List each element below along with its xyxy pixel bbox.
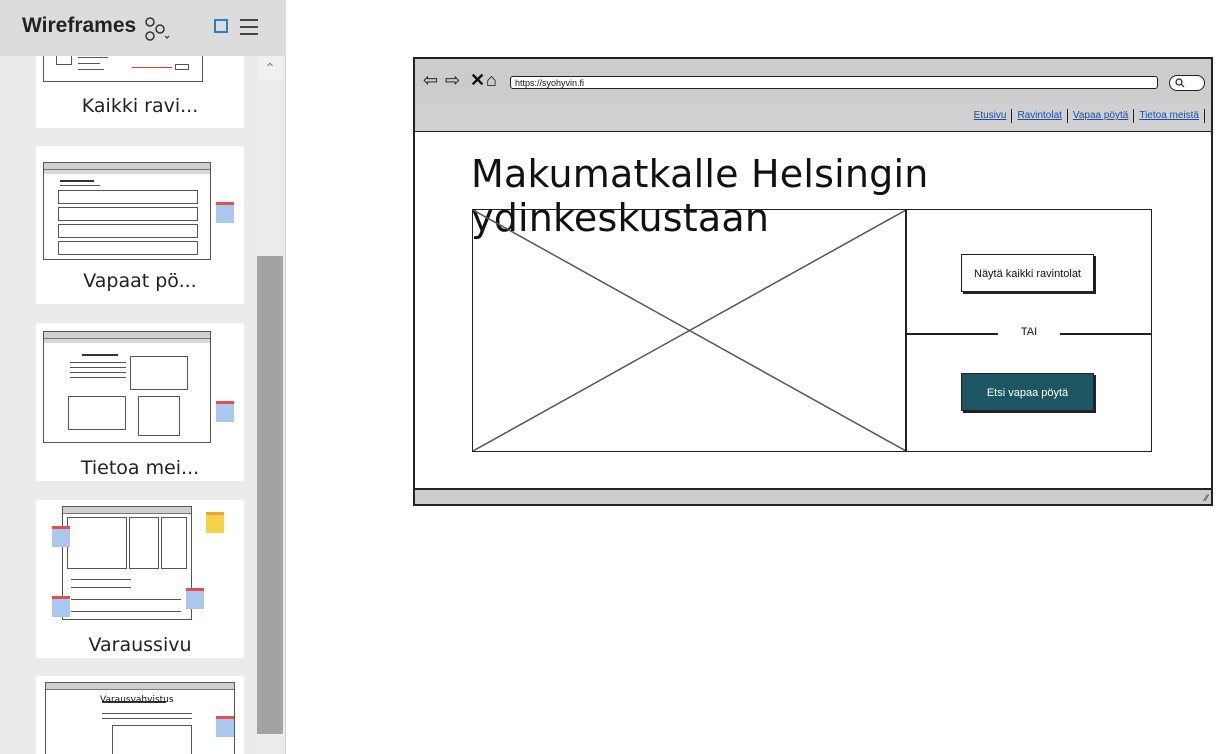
- thumbnail-preview: [62, 506, 192, 620]
- page-thumbnail-varausvahvistus[interactable]: Varausvahvistus: [36, 676, 244, 754]
- single-page-icon[interactable]: [214, 19, 228, 33]
- sticky-note-icon: [206, 512, 224, 533]
- back-arrow-icon: ⇦: [423, 70, 439, 90]
- menu-icon[interactable]: [240, 19, 258, 35]
- nav-link-ravintolat[interactable]: Ravintolat: [1012, 110, 1066, 123]
- page-thumbnail-tietoa-meista[interactable]: Tietoa mei...: [36, 323, 244, 481]
- thumbnail-preview: [43, 162, 211, 260]
- thumbnail-preview: [43, 56, 203, 82]
- separator-label: TAI: [1020, 326, 1038, 338]
- thumbnail-title: Varausvahvistus: [100, 695, 174, 705]
- nav-links: Etusivu Ravintolat Vapaa pöytä Tietoa me…: [969, 109, 1205, 123]
- close-icon: ✕: [470, 70, 486, 90]
- page-thumbnail-kaikki-ravintolat[interactable]: Kaikki ravi...: [36, 56, 244, 128]
- panel-title: Wireframes: [22, 14, 137, 37]
- scroll-up-icon[interactable]: ⌃: [257, 56, 283, 80]
- thumbnail-list: Kaikki ravi... Vapaat pö... Tietoa mei..…: [0, 56, 257, 754]
- site-navigation: Etusivu Ravintolat Vapaa pöytä Tietoa me…: [415, 103, 1211, 132]
- thumbnail-image-placeholder: [161, 517, 187, 569]
- sticky-note-icon: [52, 596, 70, 617]
- browser-wireframe: ⇦ ⇨ ✕ ⌂ https://syohyvin.fi Etusivu Ravi…: [413, 57, 1213, 506]
- nav-separator: [1204, 109, 1205, 123]
- page-label: Kaikki ravi...: [81, 95, 199, 117]
- thumbnail-preview: Varausvahvistus: [45, 682, 235, 754]
- hero-image-placeholder: [472, 209, 907, 452]
- sticky-note-icon: [216, 202, 234, 223]
- thumbnail-button: [175, 64, 189, 70]
- thumbnail-image-placeholder: [130, 356, 188, 390]
- browser-chrome: ⇦ ⇨ ✕ ⌂ https://syohyvin.fi: [415, 59, 1211, 105]
- divider: [1060, 333, 1151, 335]
- nav-link-tietoa-meista[interactable]: Tietoa meistä: [1134, 110, 1204, 123]
- find-free-table-button[interactable]: Etsi vapaa pöytä: [961, 373, 1094, 411]
- forward-arrow-icon: ⇨: [445, 70, 461, 90]
- wireframes-panel: Wireframes Kaikki ravi... Vapaat pö... T…: [0, 0, 286, 754]
- page-label: Tietoa mei...: [80, 457, 200, 479]
- divider: [906, 333, 998, 335]
- sticky-note-icon: [186, 588, 204, 609]
- show-all-restaurants-button[interactable]: Näytä kaikki ravintolat: [961, 254, 1094, 292]
- scrollbar-thumb[interactable]: [257, 256, 283, 734]
- page-label: Vapaat pö...: [83, 270, 197, 292]
- page-thumbnail-varaussivu[interactable]: Varaussivu: [36, 500, 244, 658]
- page-label: Varaussivu: [88, 634, 192, 656]
- action-panel: Näytä kaikki ravintolat TAI Etsi vapaa p…: [905, 209, 1152, 452]
- nav-link-etusivu[interactable]: Etusivu: [969, 110, 1012, 123]
- sticky-note-icon: [216, 401, 234, 422]
- url-bar[interactable]: https://syohyvin.fi: [510, 76, 1158, 89]
- page-thumbnail-vapaat-poydat[interactable]: Vapaat pö...: [36, 146, 244, 304]
- thumbnail-image-placeholder: [56, 56, 72, 65]
- thumbnail-form: [138, 396, 180, 436]
- home-icon: ⌂: [486, 70, 497, 90]
- sticky-note-icon: [52, 526, 70, 547]
- panel-header: Wireframes: [0, 0, 286, 56]
- browser-statusbar: ⁄⁄: [415, 488, 1211, 504]
- thumbnail-preview: [43, 331, 211, 443]
- resize-grip-icon[interactable]: ⁄⁄: [1205, 493, 1208, 503]
- share-icon[interactable]: [143, 16, 171, 42]
- thumbnail-image-placeholder: [68, 396, 126, 430]
- nav-link-vapaa-poyta[interactable]: Vapaa pöytä: [1068, 110, 1133, 123]
- search-icon[interactable]: [1169, 75, 1205, 91]
- sticky-note-icon: [216, 716, 234, 737]
